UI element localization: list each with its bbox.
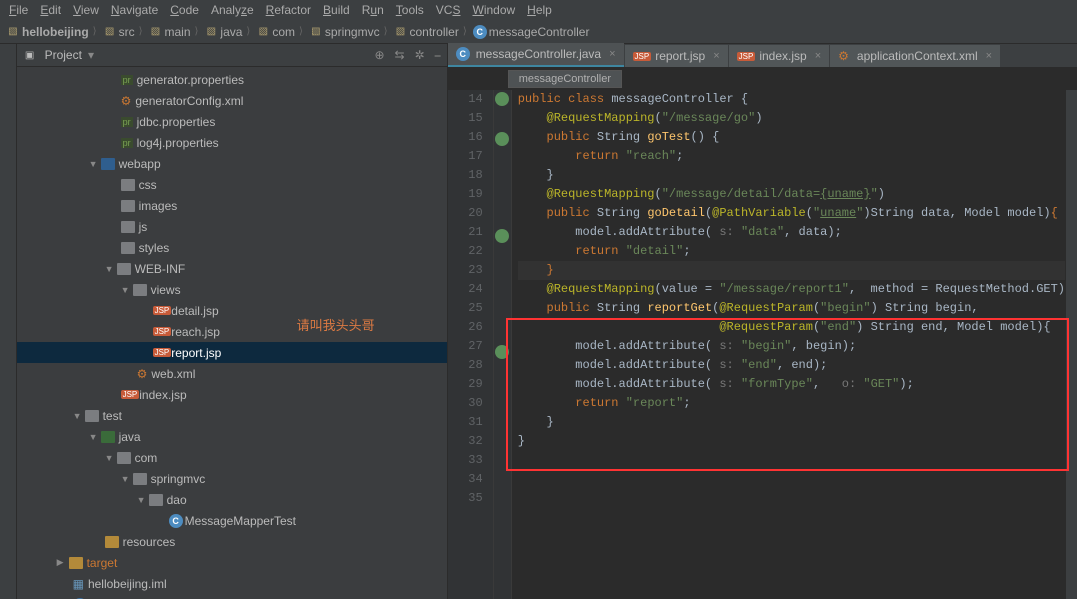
jsp-icon: JSP (153, 327, 172, 336)
tree-item[interactable]: js (17, 216, 447, 237)
crumb-project[interactable]: ▧hellobeijing⟩ (6, 25, 101, 39)
tree-item[interactable]: css (17, 174, 447, 195)
tree-item[interactable]: styles (17, 237, 447, 258)
jsp-icon: JSP (737, 52, 756, 61)
crumb-class[interactable]: CmessageController (473, 25, 590, 39)
project-panel-title: Project (45, 48, 82, 62)
editor-tabs: C messageController.java × JSP report.js… (448, 44, 1077, 68)
close-icon[interactable]: × (986, 50, 992, 62)
tab-message-controller[interactable]: C messageController.java × (448, 43, 624, 67)
menu-analyze[interactable]: Analyze (206, 3, 259, 17)
tree-item[interactable]: ⚙web.xml (17, 363, 447, 384)
tree-item[interactable]: com (17, 447, 447, 468)
tree-item[interactable]: resources (17, 531, 447, 552)
menu-edit[interactable]: Edit (35, 3, 66, 17)
hide-panel-icon[interactable]: ⎯ (435, 48, 441, 63)
tab-index-jsp[interactable]: JSP index.jsp × (729, 45, 829, 67)
close-icon[interactable]: × (815, 50, 821, 62)
watermark-text: 请叫我头头哥 (297, 315, 375, 334)
jsp-icon: JSP (153, 348, 172, 357)
class-icon: C (456, 47, 470, 61)
tree-item[interactable]: springmvc (17, 468, 447, 489)
gutter-marker-icon[interactable] (495, 92, 509, 106)
class-icon: C (169, 514, 183, 528)
gutter-marker-icon[interactable] (495, 345, 509, 359)
tab-report-jsp[interactable]: JSP report.jsp × (625, 45, 728, 67)
tree-item-webapp[interactable]: webapp (17, 153, 447, 174)
collapse-all-icon[interactable]: ⇆ (395, 48, 405, 63)
crumb-springmvc[interactable]: ▧springmvc⟩ (309, 25, 392, 39)
jsp-icon: JSP (121, 390, 140, 399)
navigation-breadcrumb: ▧hellobeijing⟩ ▧src⟩ ▧main⟩ ▧java⟩ ▧com⟩… (0, 20, 1077, 44)
tree-item-report-jsp[interactable]: JSP report.jsp (17, 342, 447, 363)
menu-code[interactable]: Code (165, 3, 204, 17)
menu-navigate[interactable]: Navigate (106, 3, 163, 17)
tree-item[interactable]: prgenerator.properties (17, 69, 447, 90)
menu-build[interactable]: Build (318, 3, 355, 17)
tree-item[interactable]: dao (17, 489, 447, 510)
project-view-icon[interactable]: ▣ (23, 48, 37, 62)
editor-breadcrumb-class[interactable]: messageController (508, 70, 622, 88)
menu-file[interactable]: File (4, 3, 33, 17)
mini-map[interactable] (1065, 90, 1077, 599)
code-lines[interactable]: public class messageController { @Reques… (512, 90, 1065, 599)
tree-item[interactable]: java (17, 426, 447, 447)
crumb-src[interactable]: ▧src⟩ (103, 25, 147, 39)
settings-gear-icon[interactable]: ✲ (415, 48, 425, 63)
editor-breadcrumb: messageController (448, 68, 1077, 90)
tree-item-views[interactable]: views (17, 279, 447, 300)
project-view-chevron-icon[interactable]: ▾ (88, 48, 94, 62)
jsp-icon: JSP (633, 52, 652, 61)
menu-window[interactable]: Window (467, 3, 520, 17)
tree-item[interactable]: ⚙generatorConfig.xml (17, 90, 447, 111)
close-icon[interactable]: × (609, 48, 615, 60)
tree-item[interactable]: ▦hellobeijing.iml (17, 573, 447, 594)
tree-item[interactable]: JSP reach.jsp (17, 321, 447, 342)
project-panel: ▣ Project ▾ ⊕ ⇆ ✲ ⎯ 请叫我头头哥 prgenerator.p… (17, 44, 448, 599)
tree-item[interactable]: C MessageMapperTest (17, 510, 447, 531)
left-tool-gutter[interactable] (0, 44, 17, 599)
xml-icon: ⚙ (838, 49, 849, 63)
tree-item-test[interactable]: test (17, 405, 447, 426)
marker-gutter[interactable] (494, 90, 512, 599)
tree-item[interactable]: JSP index.jsp (17, 384, 447, 405)
tree-item-target[interactable]: target (17, 552, 447, 573)
code-editor[interactable]: 1415161718192021222324252627282930313233… (448, 90, 1077, 599)
crumb-controller[interactable]: ▧controller⟩ (394, 25, 471, 39)
crumb-java[interactable]: ▧java⟩ (204, 25, 254, 39)
tree-item[interactable]: mpom.xml (17, 594, 447, 599)
gutter-marker-icon[interactable] (495, 132, 509, 146)
gutter-marker-icon[interactable] (495, 229, 509, 243)
project-tree[interactable]: 请叫我头头哥 prgenerator.properties ⚙generator… (17, 67, 447, 599)
menu-refactor[interactable]: Refactor (261, 3, 316, 17)
editor-area: C messageController.java × JSP report.js… (448, 44, 1077, 599)
menu-help[interactable]: Help (522, 3, 557, 17)
close-icon[interactable]: × (713, 50, 719, 62)
tab-app-context[interactable]: ⚙ applicationContext.xml × (830, 45, 1000, 67)
crumb-main[interactable]: ▧main⟩ (148, 25, 202, 39)
menu-view[interactable]: View (68, 3, 104, 17)
line-number-gutter: 1415161718192021222324252627282930313233… (448, 90, 494, 599)
menu-run[interactable]: Run (357, 3, 389, 17)
tree-item-webinf[interactable]: WEB-INF (17, 258, 447, 279)
tree-item[interactable]: images (17, 195, 447, 216)
tree-item[interactable]: prjdbc.properties (17, 111, 447, 132)
tree-item[interactable]: prlog4j.properties (17, 132, 447, 153)
tree-item[interactable]: JSP detail.jsp (17, 300, 447, 321)
scroll-from-source-icon[interactable]: ⊕ (374, 48, 384, 63)
crumb-com[interactable]: ▧com⟩ (256, 25, 307, 39)
menu-tools[interactable]: Tools (391, 3, 429, 17)
menu-bar: File Edit View Navigate Code Analyze Ref… (0, 0, 1077, 20)
jsp-icon: JSP (153, 306, 172, 315)
menu-vcs[interactable]: VCS (431, 3, 466, 17)
